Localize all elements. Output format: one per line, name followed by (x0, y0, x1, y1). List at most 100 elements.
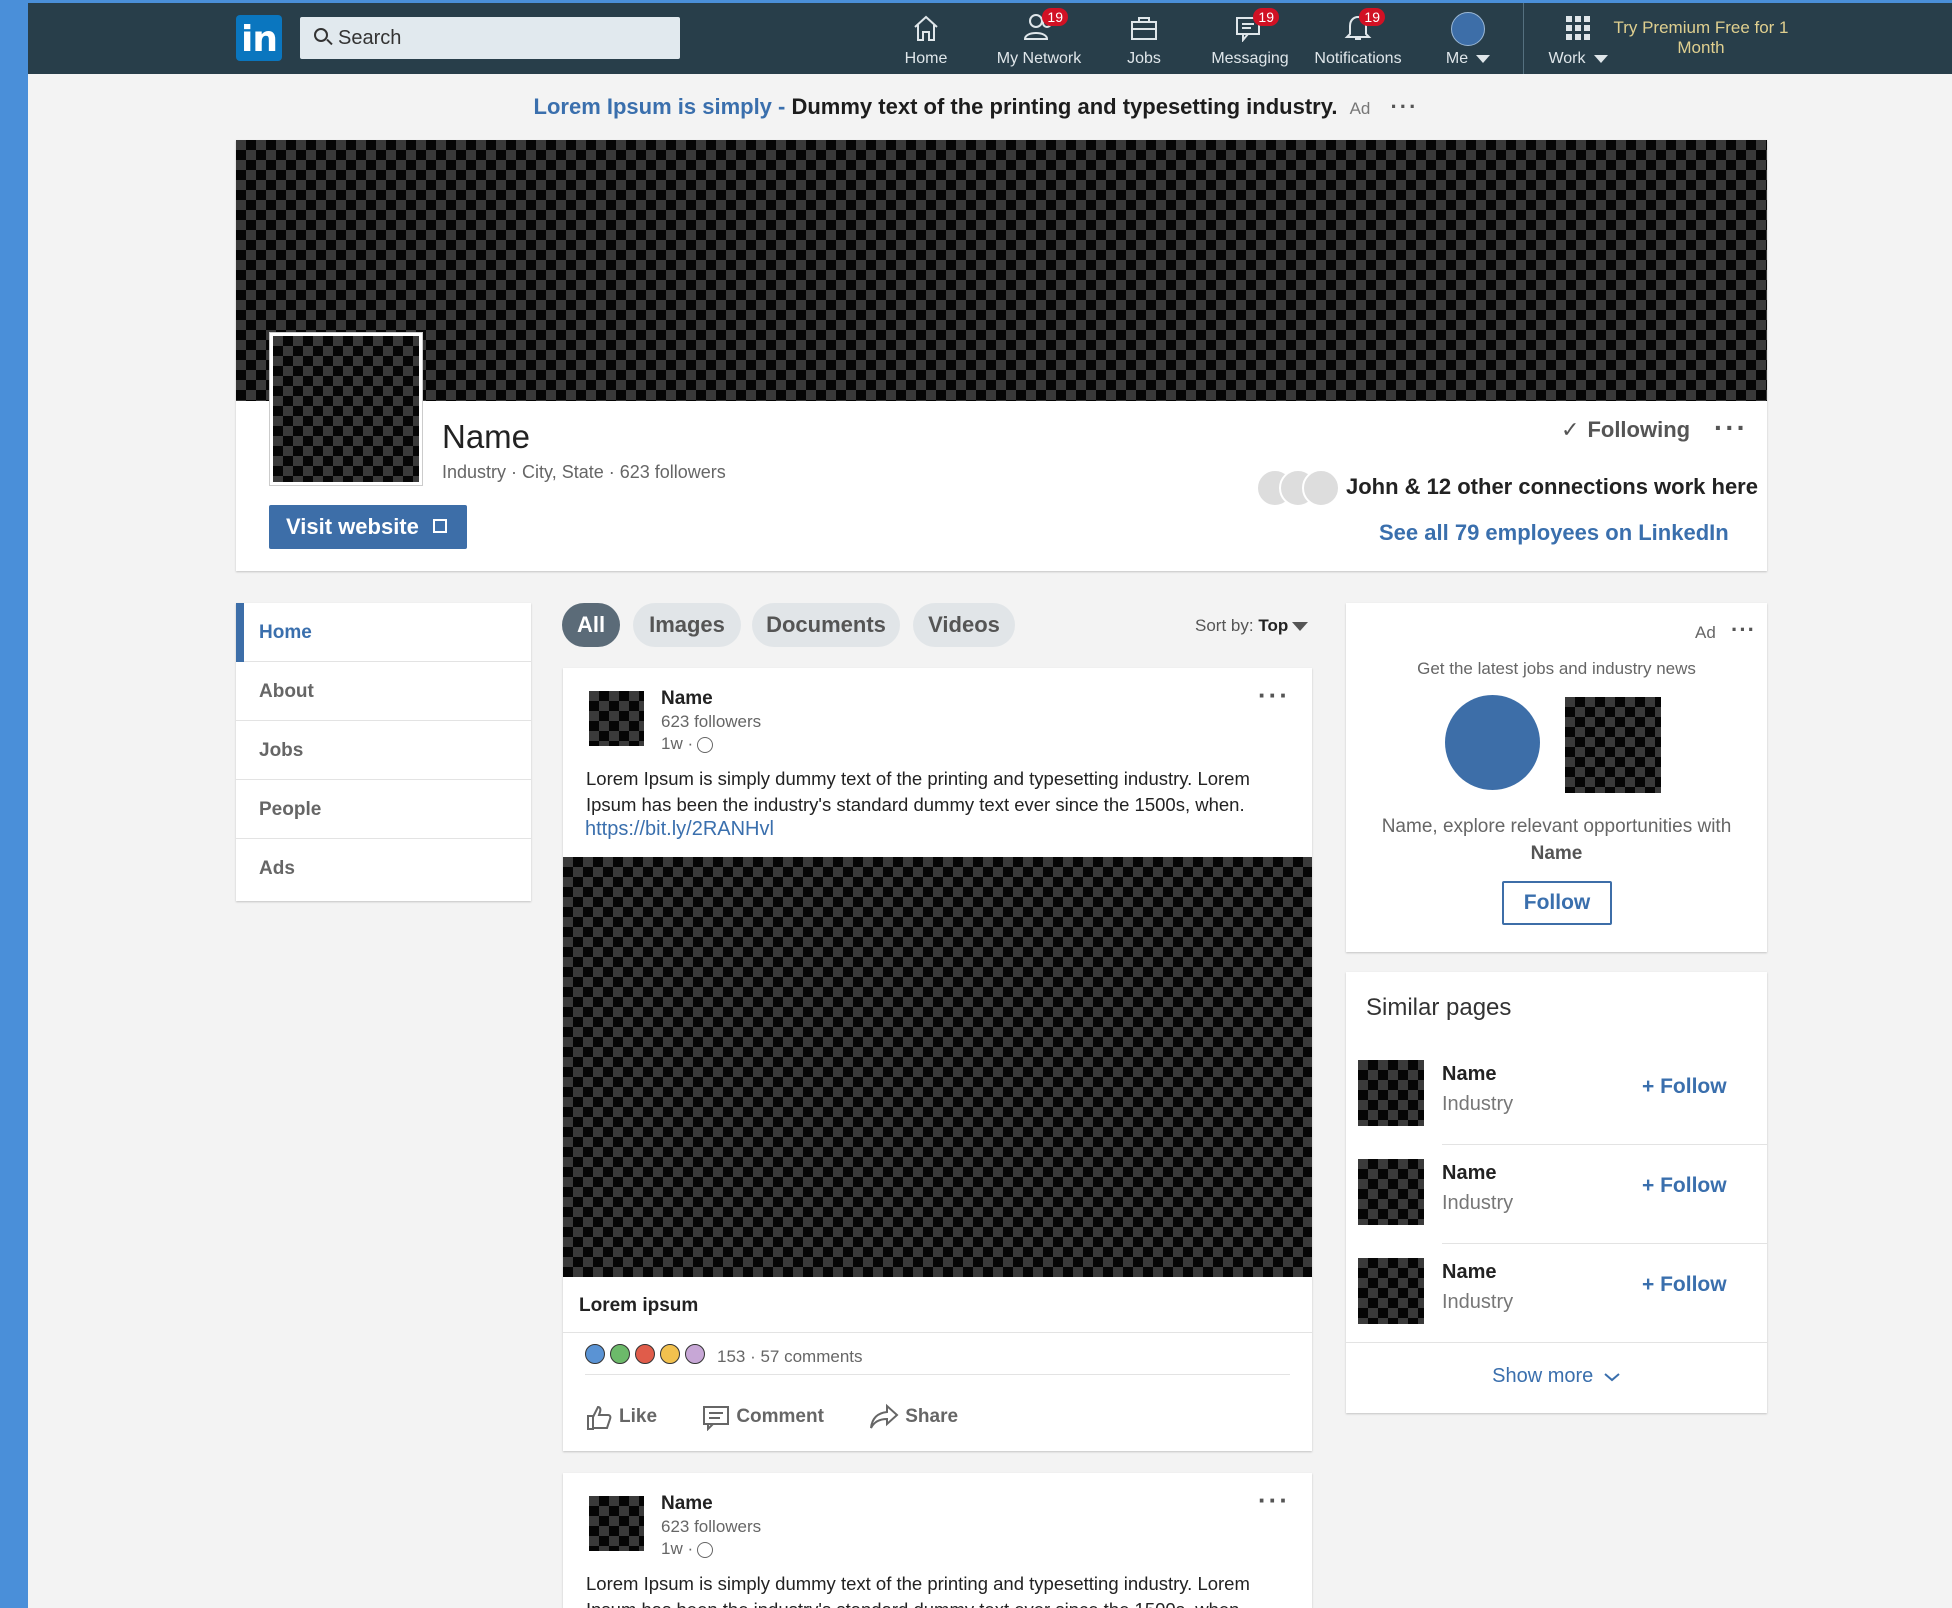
connection-avatars (1256, 469, 1340, 507)
chevron-down-icon (1292, 622, 1309, 632)
network-icon: 19 (1022, 8, 1068, 44)
nav-my-network[interactable]: 19 My Network (988, 8, 1090, 70)
divider (585, 1374, 1290, 1375)
similar-page-follow-button[interactable]: + Follow (1642, 1174, 1727, 1198)
similar-page-logo[interactable] (1358, 1159, 1424, 1225)
similar-page-name[interactable]: Name (1442, 1162, 1496, 1185)
filter-images[interactable]: Images (633, 603, 741, 647)
nav-home[interactable]: Home (897, 12, 955, 70)
reaction-stats[interactable]: 153 · 57 comments (717, 1347, 863, 1367)
nav-jobs[interactable]: Jobs (1122, 12, 1166, 70)
post-link[interactable]: https://bit.ly/2RANHvl (585, 818, 774, 841)
company-meta: Industry · City, State · 623 followers (442, 462, 726, 482)
check-icon: ✓ (1561, 417, 1580, 442)
post-author-avatar[interactable] (589, 691, 644, 746)
post-more-icon[interactable]: ··· (1258, 680, 1290, 711)
celebrate-reaction-icon (610, 1344, 630, 1364)
search-input[interactable] (338, 17, 668, 59)
external-link-icon (432, 519, 447, 534)
post-image[interactable] (563, 857, 1312, 1277)
show-more-button[interactable]: Show more (1346, 1365, 1767, 1388)
sort-value: Top (1258, 616, 1289, 635)
post-author-followers: 623 followers (661, 712, 762, 731)
sort-label: Sort by: (1195, 616, 1254, 635)
ad-tag: Ad (1695, 623, 1716, 642)
similar-page-item[interactable]: Name Industry + Follow (1346, 1060, 1767, 1159)
post-author-followers: 623 followers (661, 1517, 762, 1536)
more-options-icon[interactable]: ··· (1714, 412, 1748, 444)
ad-follow-button[interactable]: Follow (1502, 881, 1612, 925)
comment-button[interactable]: Comment (702, 1406, 844, 1431)
linkedin-logo[interactable]: in (236, 15, 282, 61)
feed-post: Name 623 followers 1w · ··· Lorem Ipsum … (563, 668, 1312, 1451)
visit-website-button[interactable]: Visit website (269, 505, 467, 549)
ad-more-icon[interactable]: ··· (1390, 94, 1418, 119)
similar-page-item[interactable]: Name Industry + Follow (1346, 1159, 1767, 1258)
post-caption[interactable]: Lorem ipsum (579, 1295, 698, 1317)
company-logo (1565, 697, 1661, 793)
post-actions: Like Comment Share (585, 1403, 998, 1431)
divider (563, 1332, 1312, 1333)
curious-reaction-icon (685, 1344, 705, 1364)
similar-page-logo[interactable] (1358, 1258, 1424, 1324)
see-all-employees-link[interactable]: See all 79 employees on LinkedIn (1379, 520, 1729, 546)
share-label: Share (905, 1406, 959, 1428)
similar-page-follow-button[interactable]: + Follow (1642, 1273, 1727, 1297)
notifications-badge: 19 (1359, 8, 1385, 26)
search-box[interactable] (300, 17, 680, 59)
messaging-icon: 19 (1233, 8, 1279, 44)
nav-messaging-label: Messaging (1211, 50, 1289, 67)
similar-page-industry: Industry (1442, 1192, 1514, 1214)
thumbs-up-icon (587, 1405, 612, 1430)
post-author-name[interactable]: Name (661, 1493, 713, 1515)
try-premium-link[interactable]: Try Premium Free for 1 Month (1606, 18, 1796, 58)
section-jobs[interactable]: Jobs (236, 721, 531, 780)
post-more-icon[interactable]: ··· (1258, 1485, 1290, 1516)
filter-all[interactable]: All (562, 603, 620, 647)
feed-post: Name 623 followers 1w · ··· Lorem Ipsum … (563, 1473, 1312, 1608)
section-ads[interactable]: Ads (236, 839, 531, 898)
like-button[interactable]: Like (585, 1405, 677, 1430)
filter-videos[interactable]: Videos (913, 603, 1015, 647)
reaction-icons[interactable] (585, 1344, 710, 1368)
nav-messaging[interactable]: 19 Messaging (1208, 8, 1292, 70)
share-button[interactable]: Share (869, 1403, 978, 1429)
similar-page-name[interactable]: Name (1442, 1063, 1496, 1086)
section-people[interactable]: People (236, 780, 531, 839)
similar-page-industry: Industry (1442, 1291, 1514, 1313)
nav-notifications-label: Notifications (1314, 50, 1402, 67)
following-button[interactable]: ✓ Following (1561, 417, 1690, 443)
similar-page-follow-button[interactable]: + Follow (1642, 1075, 1727, 1099)
post-author-name[interactable]: Name (661, 688, 713, 710)
home-icon (914, 15, 938, 41)
bell-icon: 19 (1343, 8, 1385, 44)
chevron-down-icon (1604, 1372, 1620, 1382)
ad-tag: Ad (1349, 99, 1371, 118)
top-ad-banner: Lorem Ipsum is simply - Dummy text of th… (0, 94, 1952, 120)
nav-jobs-label: Jobs (1127, 50, 1161, 67)
network-badge: 19 (1042, 8, 1068, 26)
avatar (1302, 469, 1340, 507)
nav-notifications[interactable]: 19 Notifications (1310, 8, 1406, 70)
briefcase-icon (1131, 17, 1157, 40)
chevron-down-icon (1476, 54, 1491, 63)
similar-page-name[interactable]: Name (1442, 1261, 1496, 1284)
filter-documents[interactable]: Documents (752, 603, 900, 647)
ad-link[interactable]: Lorem Ipsum is simply - (534, 94, 786, 119)
visit-website-label: Visit website (286, 514, 419, 539)
post-text: Lorem Ipsum is simply dummy text of the … (586, 768, 1250, 815)
window-edge (0, 0, 28, 1608)
insightful-reaction-icon (660, 1344, 680, 1364)
ad-more-icon[interactable]: ··· (1731, 617, 1756, 643)
section-home[interactable]: Home (236, 603, 531, 662)
post-text: Lorem Ipsum is simply dummy text of the … (586, 1573, 1250, 1608)
section-about[interactable]: About (236, 662, 531, 721)
grid-icon (1566, 16, 1590, 40)
similar-page-logo[interactable] (1358, 1060, 1424, 1126)
sort-dropdown[interactable]: Sort by: Top (1195, 616, 1309, 636)
connections-text[interactable]: John & 12 other connections work here (1346, 474, 1758, 500)
page-sections-nav: Home About Jobs People Ads (236, 603, 531, 901)
post-author-avatar[interactable] (589, 1496, 644, 1551)
explore-company-name: Name (1530, 843, 1583, 864)
nav-me[interactable]: Me (1436, 12, 1500, 70)
